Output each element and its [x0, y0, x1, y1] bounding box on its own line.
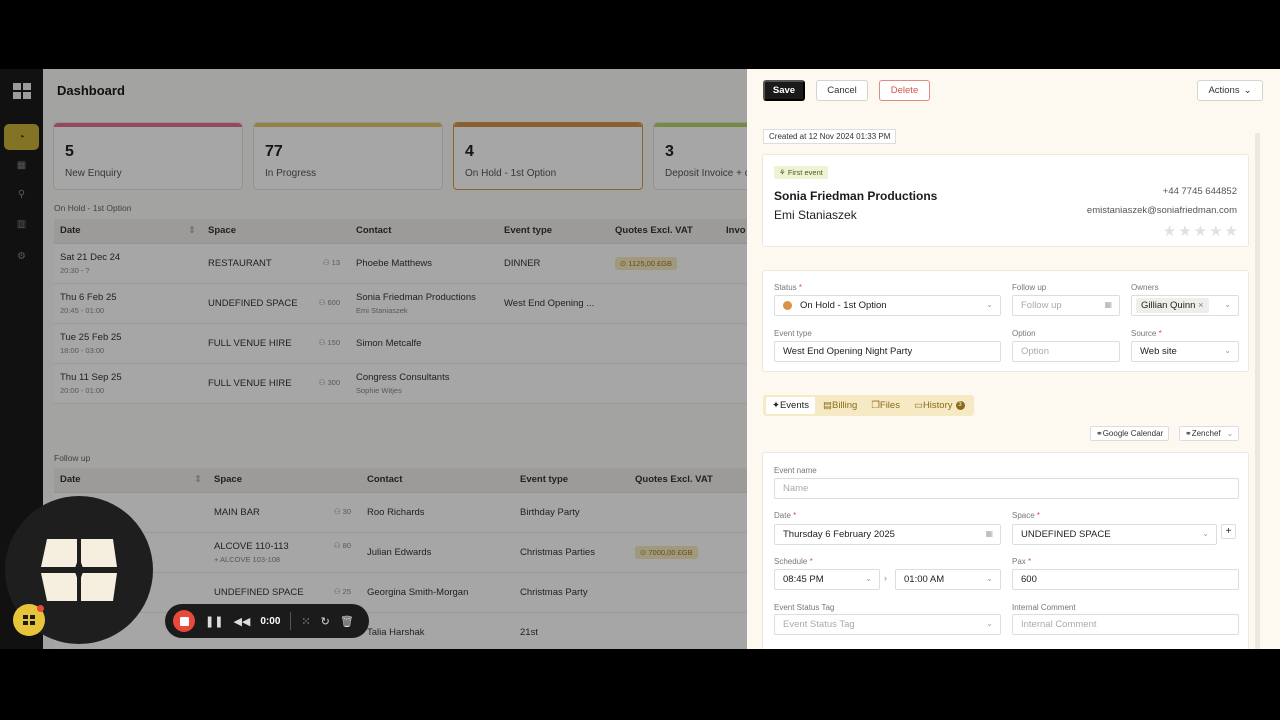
space-select[interactable]: UNDEFINED SPACE ⌄ [1012, 524, 1217, 545]
chevron-down-icon: ⌄ [1202, 529, 1209, 538]
chevron-right-icon: › [884, 573, 887, 583]
grid-icon[interactable]: ⁙ [301, 615, 310, 628]
company-name[interactable]: Sonia Friedman Productions [774, 189, 937, 203]
contact-phone[interactable]: +44 7745 644852 [1163, 186, 1237, 197]
calendar-icon: ▦ [1104, 300, 1112, 309]
event-type-input[interactable]: West End Opening Night Party [774, 341, 1001, 362]
owners-label: Owners [1131, 283, 1159, 292]
source-select[interactable]: Web site ⌄ [1131, 341, 1239, 362]
cancel-button[interactable]: Cancel [816, 80, 868, 101]
add-space-button[interactable]: + [1221, 524, 1236, 539]
detail-tabs: ✦ Events ▤ Billing ❐ Files ▭ History 3 [763, 395, 974, 416]
option-input[interactable]: Option [1012, 341, 1120, 362]
schedule-start-select[interactable]: 08:45 PM ⌄ [774, 569, 880, 590]
restart-icon[interactable]: ↻ [321, 615, 330, 628]
link-icon: ⚭ [1096, 429, 1103, 438]
save-button[interactable]: Save [763, 80, 805, 101]
status-color-dot [783, 301, 792, 310]
follow-up-label: Follow up [1012, 283, 1047, 292]
recording-dot [37, 605, 44, 612]
internal-comment-input[interactable]: Internal Comment [1012, 614, 1239, 635]
recorder-mini-logo-icon [23, 615, 35, 625]
chevron-down-icon: ⌄ [865, 574, 872, 583]
scrollbar[interactable] [1255, 133, 1260, 649]
tab-events[interactable]: ✦ Events [766, 397, 816, 414]
event-detail-panel: Save Cancel Delete Actions ⌄ Created at 1… [747, 69, 1280, 649]
zenchef-dropdown[interactable]: ⚭ Zenchef ⌄ [1179, 426, 1240, 441]
trash-icon[interactable]: 🗑 [340, 615, 354, 628]
event-form-card: Event name Name Date * Thursday 6 Februa… [762, 452, 1249, 649]
link-icon: ⚭ [1185, 429, 1192, 438]
date-label: Date * [774, 511, 797, 520]
chevron-down-icon: ⌄ [1224, 346, 1231, 355]
chevron-down-icon: ⌄ [1243, 85, 1252, 96]
tab-billing[interactable]: ▤ Billing [817, 397, 863, 414]
status-card: Status * On Hold - 1st Option ⌄ Follow u… [762, 270, 1249, 372]
pax-input[interactable]: 600 [1012, 569, 1239, 590]
rewind-icon[interactable]: ◀◀ [233, 615, 250, 628]
tab-history[interactable]: ▭ History 3 [908, 397, 971, 414]
delete-button[interactable]: Delete [879, 80, 930, 101]
stop-icon [179, 616, 189, 626]
history-icon: ▭ [913, 400, 923, 411]
schedule-end-select[interactable]: 01:00 AM ⌄ [895, 569, 1001, 590]
first-event-tag: ⚘ First event [774, 166, 828, 179]
receipt-icon: ▤ [823, 400, 832, 411]
chevron-down-icon: ⌄ [986, 300, 993, 309]
tag-icon: ⚘ [779, 168, 788, 177]
status-label: Status * [774, 283, 803, 292]
rating-stars[interactable]: ★★★★★ [1163, 222, 1240, 240]
files-icon: ❐ [871, 400, 880, 411]
chevron-down-icon: ⌄ [986, 574, 993, 583]
plus-icon: + [1225, 526, 1232, 537]
recording-controls: ❚❚ ◀◀ 0:00 ⁙ ↻ 🗑 [165, 604, 369, 638]
recording-timer: 0:00 [260, 615, 281, 627]
chevron-down-icon: ⌄ [1226, 429, 1234, 438]
recorder-logo-icon [41, 539, 117, 601]
space-label: Space * [1012, 511, 1041, 520]
event-type-label: Event type [774, 329, 812, 338]
option-label: Option [1012, 329, 1036, 338]
divider [290, 612, 292, 630]
pax-label: Pax * [1012, 557, 1032, 566]
follow-up-date-input[interactable]: Follow up ▦ [1012, 295, 1120, 316]
chevron-down-icon: ⌄ [1224, 300, 1231, 309]
owner-chip: Gillian Quinn × [1136, 298, 1209, 313]
event-status-tag-select[interactable]: Event Status Tag ⌄ [774, 614, 1001, 635]
contact-person[interactable]: Emi Staniaszek [774, 208, 857, 222]
source-label: Source * [1131, 329, 1162, 338]
event-status-tag-label: Event Status Tag [774, 603, 835, 612]
stop-recording-button[interactable] [173, 610, 195, 632]
tab-files[interactable]: ❐ Files [865, 397, 906, 414]
history-count-badge: 3 [955, 401, 965, 410]
chevron-down-icon: ⌄ [986, 619, 993, 628]
recorder-mini-button[interactable] [13, 604, 45, 636]
google-calendar-button[interactable]: ⚭ Google Calendar [1090, 426, 1170, 441]
calendar-icon: ▦ [985, 529, 993, 538]
status-select[interactable]: On Hold - 1st Option ⌄ [774, 295, 1001, 316]
date-input[interactable]: Thursday 6 February 2025 ▦ [774, 524, 1001, 545]
internal-comment-label: Internal Comment [1012, 603, 1076, 612]
actions-dropdown[interactable]: Actions ⌄ [1197, 80, 1263, 101]
contact-card: ⚘ First event Sonia Friedman Productions… [762, 154, 1249, 247]
event-name-label: Event name [774, 466, 817, 475]
contact-email[interactable]: emistaniaszek@soniafriedman.com [1087, 205, 1237, 216]
pause-icon[interactable]: ❚❚ [205, 615, 223, 628]
app-frame: ◔ ▦ ⚲ ▥ ⚙ Dashboard 5 New Enquiry 77 In … [0, 69, 1280, 649]
created-timestamp: Created at 12 Nov 2024 01:33 PM [763, 129, 897, 144]
schedule-label: Schedule * [774, 557, 813, 566]
event-name-input[interactable]: Name [774, 478, 1239, 499]
owners-select[interactable]: Gillian Quinn × ⌄ [1131, 295, 1239, 316]
close-icon[interactable]: × [1198, 300, 1204, 311]
sparkle-icon: ✦ [772, 400, 780, 411]
